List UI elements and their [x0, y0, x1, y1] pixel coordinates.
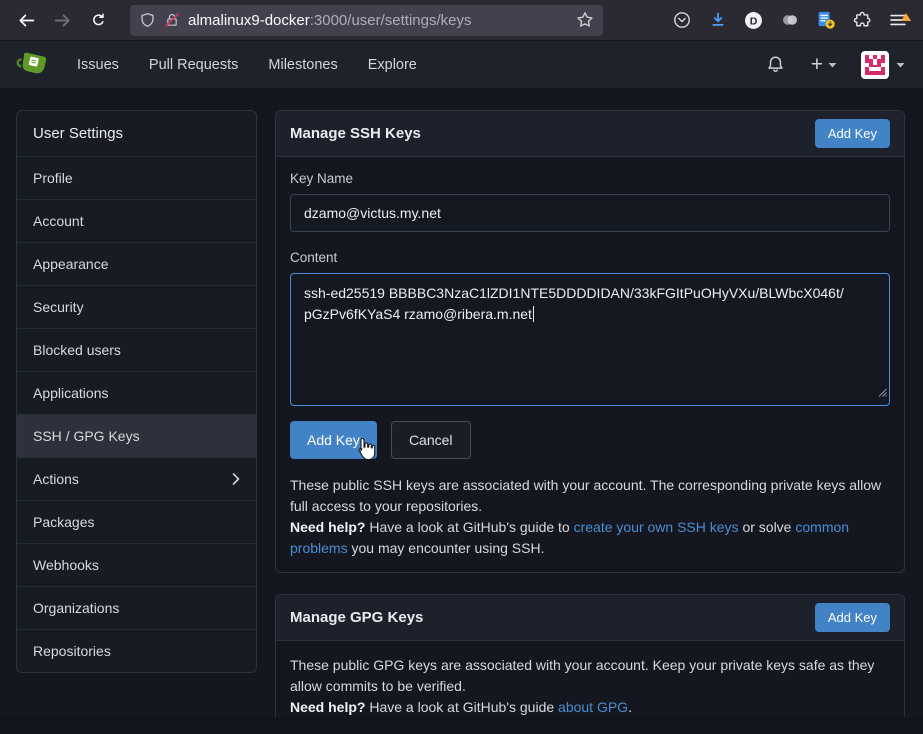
sidebar-item-webhooks[interactable]: Webhooks [17, 543, 256, 586]
user-menu-button[interactable] [855, 47, 911, 83]
download-arrow-icon [709, 11, 727, 29]
text-cursor [533, 306, 535, 322]
manage-gpg-keys-panel: Manage GPG Keys Add Key These public GPG… [275, 594, 905, 732]
extensions-button[interactable] [846, 5, 877, 35]
reload-icon [90, 12, 107, 29]
menu-button[interactable] [882, 5, 913, 35]
shield-icon[interactable] [139, 12, 156, 29]
puzzle-piece-icon [853, 11, 871, 29]
back-arrow-icon [18, 12, 35, 29]
sidebar-item-blocked-users[interactable]: Blocked users [17, 328, 256, 371]
bottom-strip [0, 717, 923, 734]
ssh-panel-title: Manage SSH Keys [290, 125, 421, 142]
ssh-panel-body: Key Name Content ssh-ed25519 BBBBC3NzaC1… [276, 157, 904, 572]
gpg-help-text: These public GPG keys are associated wit… [290, 655, 890, 718]
gpg-add-key-toggle-button[interactable]: Add Key [815, 603, 890, 632]
plus-icon: + [811, 57, 823, 73]
chevron-down-icon [896, 62, 905, 68]
settings-sidebar: User Settings Profile Account Appearance… [16, 110, 257, 673]
sidebar-title: User Settings [17, 111, 256, 156]
sidebar-item-actions[interactable]: Actions [17, 457, 256, 500]
create-new-button[interactable]: + [803, 51, 845, 79]
gitea-logo[interactable] [12, 48, 52, 82]
url-host: almalinux9-docker [188, 12, 310, 29]
gpg-panel-title: Manage GPG Keys [290, 609, 423, 626]
need-help-label: Need help? [290, 699, 365, 715]
page-content: User Settings Profile Account Appearance… [0, 89, 923, 717]
chevron-down-icon [828, 62, 837, 68]
toolbar-extensions-area: D [666, 5, 913, 35]
sidebar-item-organizations[interactable]: Organizations [17, 586, 256, 629]
content-line1: ssh-ed25519 BBBBC3NzaC1lZDI1NTE5DDDDIDAN… [304, 285, 844, 301]
bookmark-star-icon[interactable] [576, 11, 594, 29]
need-help-label: Need help? [290, 519, 365, 535]
settings-main: Manage SSH Keys Add Key Key Name Content… [275, 110, 905, 732]
gpg-panel-header: Manage GPG Keys Add Key [276, 595, 904, 641]
resize-grip[interactable] [878, 382, 887, 403]
content-textarea[interactable]: ssh-ed25519 BBBBC3NzaC1lZDI1NTE5DDDDIDAN… [290, 273, 890, 406]
pocket-button[interactable] [666, 5, 697, 35]
form-buttons: Add Key Cancel [290, 421, 890, 459]
sidebar-item-account[interactable]: Account [17, 199, 256, 242]
bell-icon [766, 55, 785, 74]
cancel-button[interactable]: Cancel [391, 421, 471, 459]
key-name-input[interactable] [290, 194, 890, 232]
downloads-button[interactable] [702, 5, 733, 35]
url-text: almalinux9-docker:3000/user/settings/key… [188, 12, 568, 29]
chevron-right-icon [232, 473, 240, 485]
navbar-right: + [758, 47, 911, 83]
container-d-icon: D [744, 11, 763, 30]
forward-arrow-icon [54, 12, 71, 29]
svg-text:D: D [750, 15, 758, 27]
translate-extension-button[interactable] [810, 5, 841, 35]
insecure-lock-icon[interactable] [164, 12, 180, 28]
manage-ssh-keys-panel: Manage SSH Keys Add Key Key Name Content… [275, 110, 905, 573]
user-avatar [861, 51, 889, 79]
sidebar-item-repositories[interactable]: Repositories [17, 629, 256, 672]
nav-link-explore[interactable]: Explore [353, 41, 432, 89]
nav-link-issues[interactable]: Issues [62, 41, 134, 89]
sidebar-item-applications[interactable]: Applications [17, 371, 256, 414]
back-button[interactable] [10, 5, 42, 35]
sidebar-item-packages[interactable]: Packages [17, 500, 256, 543]
sidebar-item-ssh-gpg-keys[interactable]: SSH / GPG Keys [17, 414, 256, 457]
ssh-panel-header: Manage SSH Keys Add Key [276, 111, 904, 157]
translate-doc-icon [817, 11, 835, 29]
nav-link-milestones[interactable]: Milestones [253, 41, 352, 89]
gitea-logo-icon [16, 50, 49, 79]
browser-toolbar: almalinux9-docker:3000/user/settings/key… [0, 0, 923, 41]
proxy-extension-button[interactable] [774, 5, 805, 35]
sidebar-item-profile[interactable]: Profile [17, 156, 256, 199]
nav-link-pull-requests[interactable]: Pull Requests [134, 41, 253, 89]
sidebar-item-security[interactable]: Security [17, 285, 256, 328]
sidebar-item-appearance[interactable]: Appearance [17, 242, 256, 285]
overlapping-circles-icon [781, 11, 799, 29]
update-badge-icon [901, 8, 911, 26]
site-navbar: Issues Pull Requests Milestones Explore … [0, 41, 923, 89]
forward-button[interactable] [46, 5, 78, 35]
notifications-button[interactable] [758, 49, 793, 80]
key-name-label: Key Name [290, 171, 890, 186]
ssh-add-key-toggle-button[interactable]: Add Key [815, 119, 890, 148]
reload-button[interactable] [82, 5, 114, 35]
content-line2: pGzPv6fKYaS4 rzamo@ribera.m.net [304, 306, 532, 322]
pocket-icon [673, 11, 691, 29]
create-ssh-keys-link[interactable]: create your own SSH keys [574, 519, 739, 535]
about-gpg-link[interactable]: about GPG [558, 699, 628, 715]
url-bar[interactable]: almalinux9-docker:3000/user/settings/key… [130, 5, 603, 36]
container-tab-button[interactable]: D [738, 5, 769, 35]
content-label: Content [290, 250, 890, 265]
ssh-help-text: These public SSH keys are associated wit… [290, 475, 890, 559]
url-path: :3000/user/settings/keys [310, 12, 472, 29]
add-key-submit-button[interactable]: Add Key [290, 421, 377, 459]
